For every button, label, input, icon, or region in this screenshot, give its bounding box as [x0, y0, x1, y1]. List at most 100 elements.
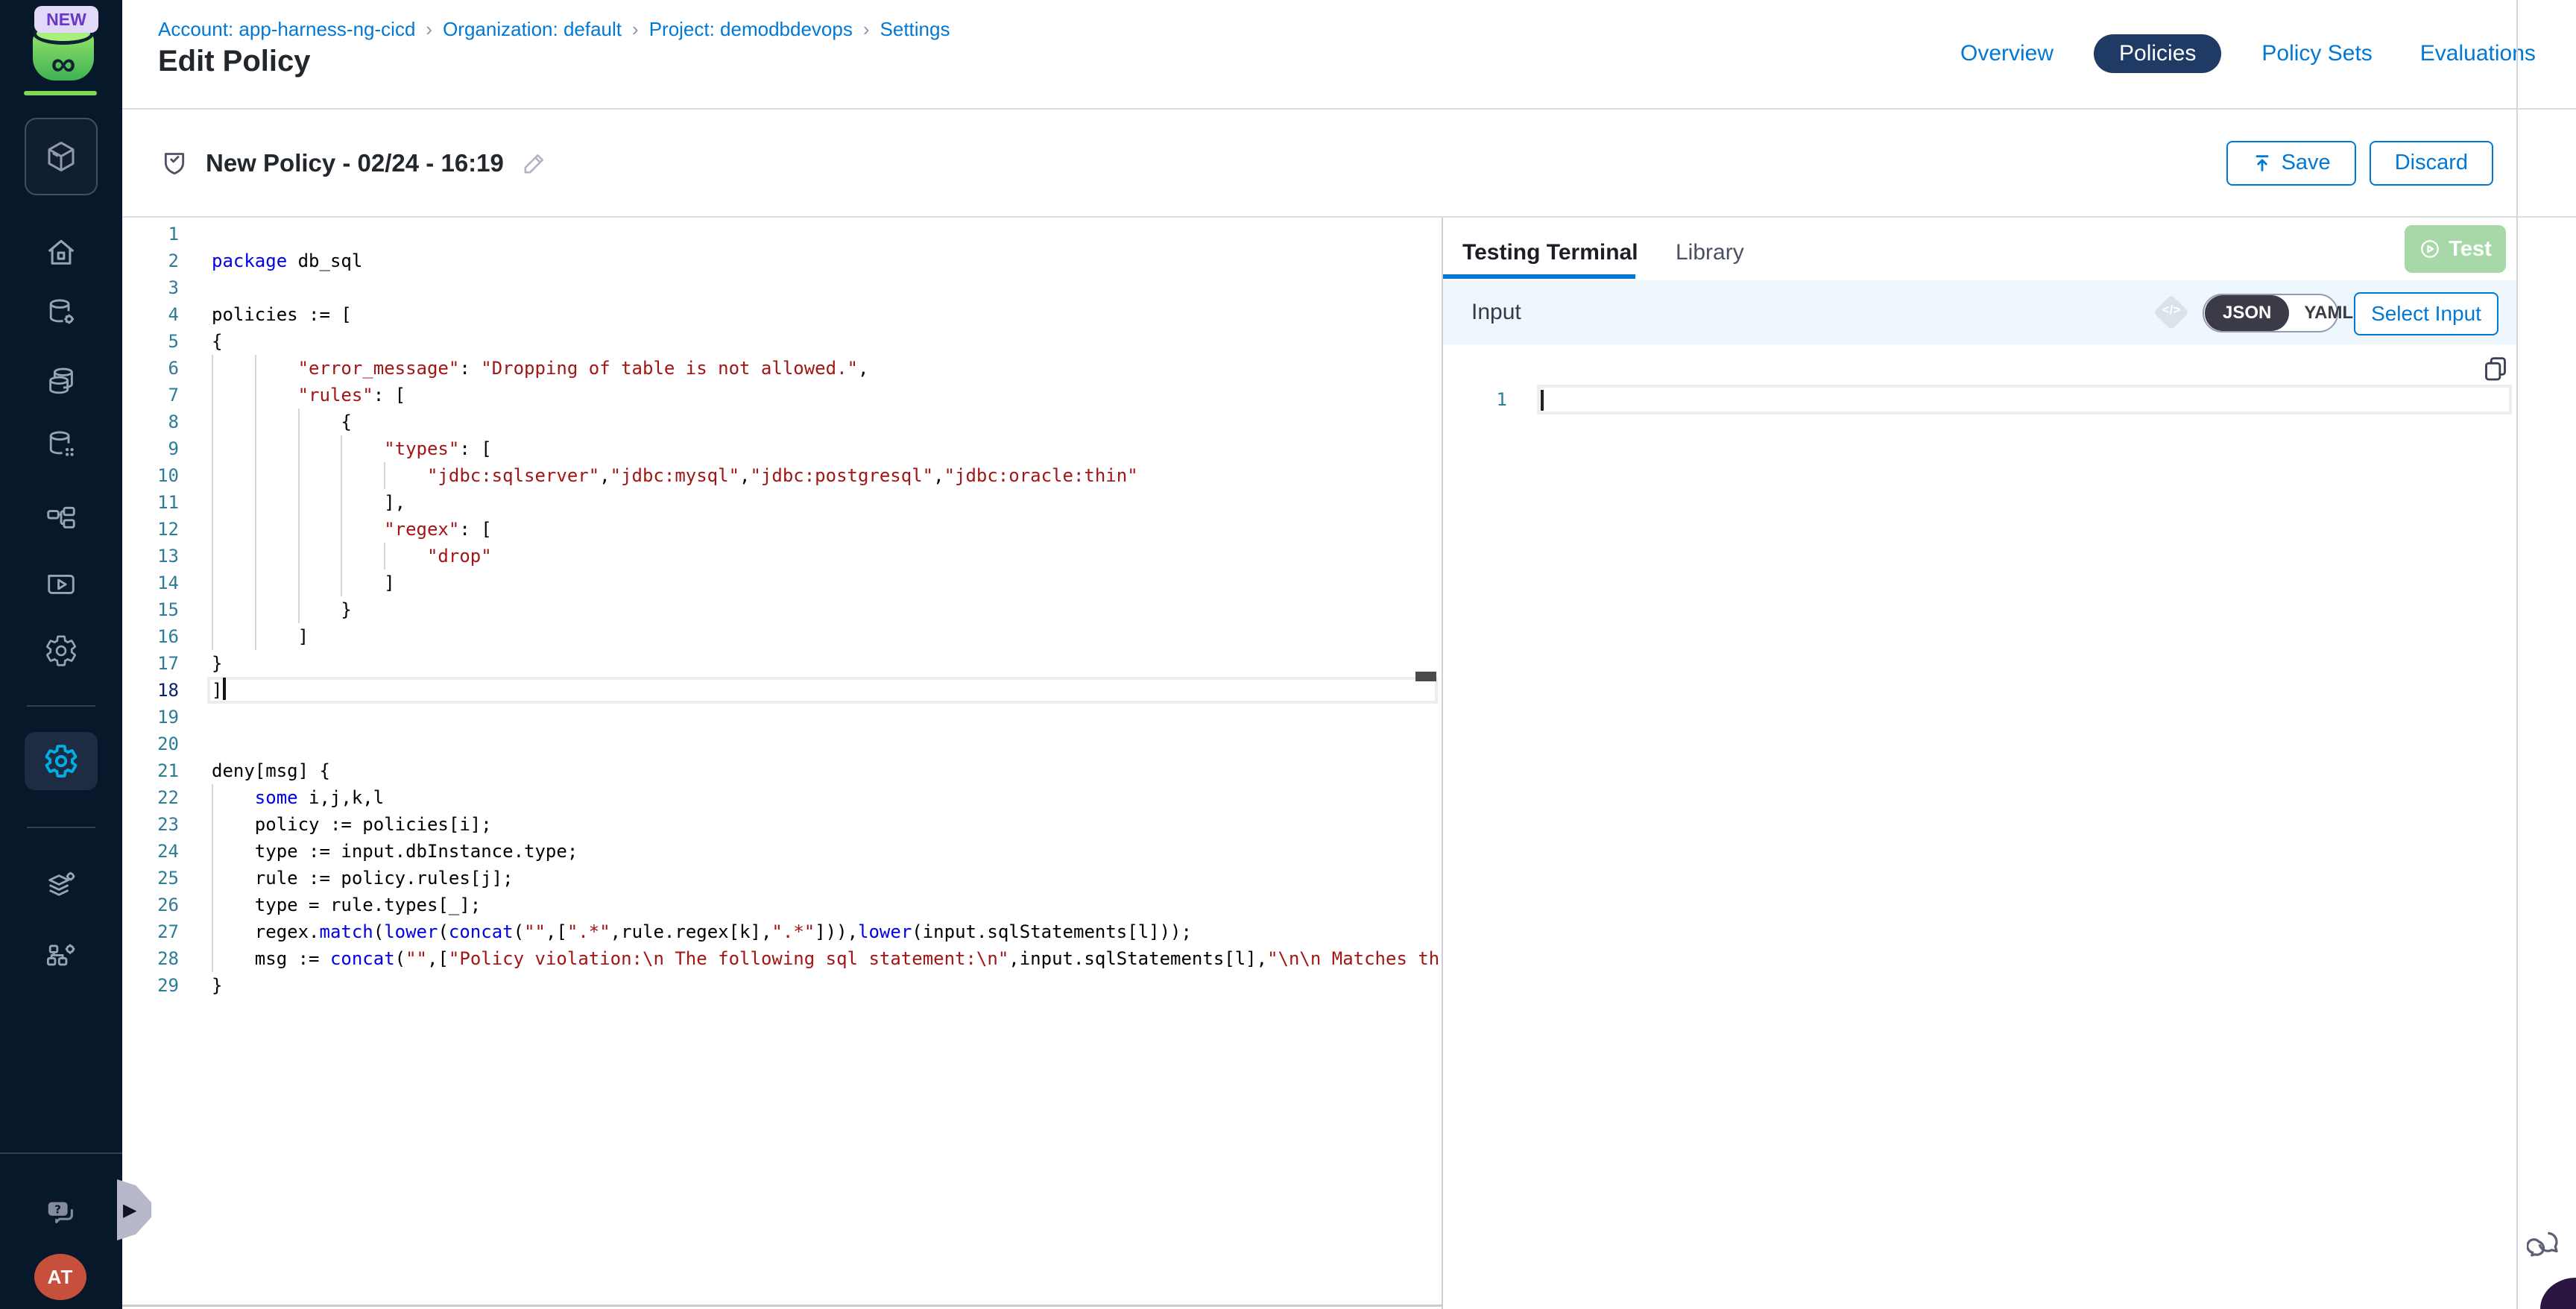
line-number[interactable]: 16	[122, 623, 179, 650]
sidebar-item-settings-active[interactable]	[25, 732, 98, 790]
code-text[interactable]: "error_message": "Dropping of table is n…	[212, 355, 868, 382]
tab-policies[interactable]: Policies	[2094, 34, 2221, 73]
code-text[interactable]: some i,j,k,l	[212, 784, 384, 811]
code-text[interactable]: "regex": [	[212, 516, 492, 543]
line-number[interactable]: 6	[122, 355, 179, 382]
code-line[interactable]: 16 ]	[122, 623, 1442, 650]
tab-testing-terminal[interactable]: Testing Terminal	[1462, 240, 1638, 265]
sidebar-item-account-resources[interactable]	[0, 939, 122, 973]
code-line[interactable]: 13 "drop"	[122, 543, 1442, 570]
chat-widget-corner[interactable]	[2540, 1278, 2576, 1309]
code-text[interactable]: type = rule.types[_];	[212, 892, 481, 918]
code-text[interactable]: type := input.dbInstance.type;	[212, 838, 578, 865]
edit-pencil-icon[interactable]	[520, 149, 549, 177]
code-line[interactable]: 14 ]	[122, 570, 1442, 596]
code-line[interactable]: 17}	[122, 650, 1442, 677]
code-line[interactable]: 26 type = rule.types[_];	[122, 892, 1442, 918]
scrollbar-cursor-mark[interactable]	[1415, 672, 1436, 681]
code-text[interactable]: }	[212, 972, 222, 999]
line-number[interactable]: 20	[122, 731, 179, 757]
sidebar-item-database-instances[interactable]	[0, 365, 122, 400]
line-number[interactable]: 4	[122, 301, 179, 328]
sidebar-item-pipelines[interactable]	[0, 502, 122, 537]
code-text[interactable]: "drop"	[212, 543, 492, 570]
line-number[interactable]: 28	[122, 945, 179, 972]
sidebar-item-executions[interactable]	[0, 567, 122, 601]
code-text[interactable]: "jdbc:sqlserver","jdbc:mysql","jdbc:post…	[212, 462, 1138, 489]
sidebar-item-help[interactable]: ?	[0, 1196, 122, 1230]
line-number[interactable]: 19	[122, 704, 179, 731]
tab-policy-sets[interactable]: Policy Sets	[2254, 35, 2379, 72]
code-line[interactable]: 3	[122, 274, 1442, 301]
save-button[interactable]: Save	[2226, 141, 2356, 186]
test-button[interactable]: Test	[2405, 225, 2506, 273]
code-text[interactable]: }	[212, 596, 352, 623]
code-text[interactable]: deny[msg] {	[212, 757, 330, 784]
breadcrumb-project[interactable]: Project: demodbdevops	[649, 18, 853, 41]
code-line[interactable]: 23 policy := policies[i];	[122, 811, 1442, 838]
code-text[interactable]: regex.match(lower(concat("",[".*",rule.r…	[212, 918, 1192, 945]
line-number[interactable]: 21	[122, 757, 179, 784]
line-number[interactable]: 22	[122, 784, 179, 811]
code-line[interactable]: 11 ],	[122, 489, 1442, 516]
code-line[interactable]: 27 regex.match(lower(concat("",[".*",rul…	[122, 918, 1442, 945]
line-number[interactable]: 14	[122, 570, 179, 596]
line-number[interactable]: 24	[122, 838, 179, 865]
code-line[interactable]: 20	[122, 731, 1442, 757]
sidebar-item-database-apps[interactable]	[0, 428, 122, 462]
code-line[interactable]: 25 rule := policy.rules[j];	[122, 865, 1442, 892]
code-line[interactable]: 29}	[122, 972, 1442, 999]
code-line[interactable]: 15 }	[122, 596, 1442, 623]
code-line[interactable]: 6 "error_message": "Dropping of table is…	[122, 355, 1442, 382]
line-number[interactable]: 25	[122, 865, 179, 892]
line-number[interactable]: 27	[122, 918, 179, 945]
breadcrumb-settings[interactable]: Settings	[880, 18, 950, 41]
code-line[interactable]: 22 some i,j,k,l	[122, 784, 1442, 811]
code-text[interactable]: ]	[212, 623, 309, 650]
code-line[interactable]: 24 type := input.dbInstance.type;	[122, 838, 1442, 865]
input-editor-line[interactable]	[1537, 385, 2512, 414]
sidebar-item-home[interactable]	[0, 236, 122, 270]
code-line[interactable]: 7 "rules": [	[122, 382, 1442, 409]
sidebar-item-project-settings[interactable]	[0, 634, 122, 668]
code-text[interactable]: {	[212, 328, 222, 355]
tab-overview[interactable]: Overview	[1953, 35, 2061, 72]
line-number[interactable]: 10	[122, 462, 179, 489]
code-line[interactable]: 18]	[122, 677, 1442, 704]
format-toggle[interactable]: JSON YAML	[2203, 294, 2338, 332]
code-text[interactable]: policy := policies[i];	[212, 811, 492, 838]
sidebar-item-database-settings[interactable]	[0, 296, 122, 330]
code-text[interactable]: rule := policy.rules[j];	[212, 865, 514, 892]
code-text[interactable]: {	[212, 409, 352, 435]
code-text[interactable]: msg := concat("",["Policy violation:\n T…	[212, 945, 1439, 972]
line-number[interactable]: 15	[122, 596, 179, 623]
line-number[interactable]: 18	[122, 677, 179, 704]
tab-evaluations[interactable]: Evaluations	[2413, 35, 2543, 72]
breadcrumb-account[interactable]: Account: app-harness-ng-cicd	[158, 18, 415, 41]
tab-library[interactable]: Library	[1676, 240, 1744, 265]
code-line[interactable]: 1	[122, 221, 1442, 247]
line-number[interactable]: 7	[122, 382, 179, 409]
line-number[interactable]: 26	[122, 892, 179, 918]
code-line[interactable]: 9 "types": [	[122, 435, 1442, 462]
line-number[interactable]: 23	[122, 811, 179, 838]
line-number[interactable]: 17	[122, 650, 179, 677]
code-line[interactable]: 19	[122, 704, 1442, 731]
format-json-option[interactable]: JSON	[2205, 295, 2289, 331]
code-text[interactable]: ]	[212, 570, 395, 596]
line-number[interactable]: 9	[122, 435, 179, 462]
code-line[interactable]: 8 {	[122, 409, 1442, 435]
line-number[interactable]: 1	[122, 221, 179, 247]
code-text[interactable]: package db_sql	[212, 247, 362, 274]
code-text[interactable]: "types": [	[212, 435, 492, 462]
chat-bubbles-icon[interactable]	[2527, 1227, 2563, 1263]
sidebar-item-module-selector[interactable]	[25, 118, 98, 195]
sidebar-item-default-settings[interactable]	[0, 869, 122, 903]
code-line[interactable]: 2package db_sql	[122, 247, 1442, 274]
line-number[interactable]: 12	[122, 516, 179, 543]
copy-icon[interactable]	[2481, 353, 2510, 383]
code-line[interactable]: 10 "jdbc:sqlserver","jdbc:mysql","jdbc:p…	[122, 462, 1442, 489]
breadcrumb-organization[interactable]: Organization: default	[443, 18, 622, 41]
code-text[interactable]: "rules": [	[212, 382, 405, 409]
code-text[interactable]: ],	[212, 489, 405, 516]
